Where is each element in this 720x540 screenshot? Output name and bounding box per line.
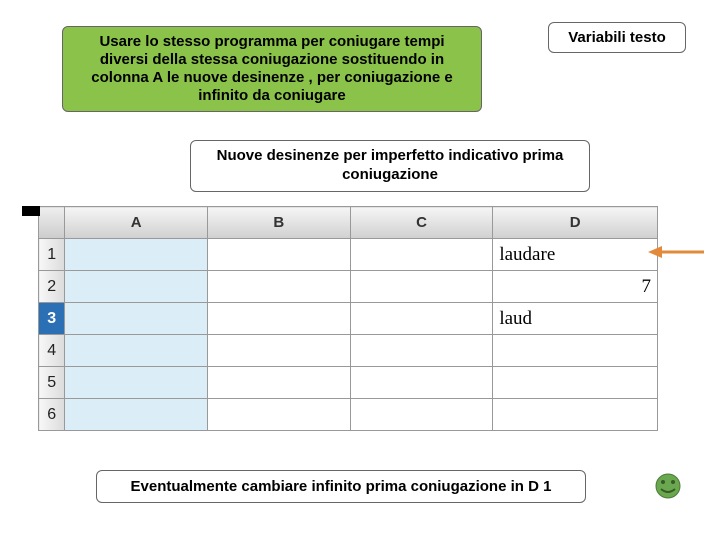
cell-A6[interactable] — [65, 399, 208, 431]
row-header-3: 3 — [39, 303, 65, 335]
table-row: 5 — [39, 367, 658, 399]
cell-A3[interactable] — [65, 303, 208, 335]
table-row: 1 laudare — [39, 239, 658, 271]
bottom-note-box: Eventualmente cambiare infinito prima co… — [96, 470, 586, 503]
row-header-1: 1 — [39, 239, 65, 271]
col-header-A: A — [65, 207, 208, 239]
instruction-box: Usare lo stesso programma per coniugare … — [62, 26, 482, 112]
row-header-2: 2 — [39, 271, 65, 303]
sheet-corner-decoration — [22, 206, 40, 216]
variables-box: Variabili testo — [548, 22, 686, 53]
cell-D4[interactable] — [493, 335, 658, 367]
spreadsheet: A B C D 1 laudare 2 7 3 laud 4 — [38, 206, 658, 431]
cell-D2[interactable]: 7 — [493, 271, 658, 303]
table-row: 3 laud — [39, 303, 658, 335]
cell-D6[interactable] — [493, 399, 658, 431]
smiley-icon — [654, 472, 682, 500]
subtitle-text: Nuove desinenze per imperfetto indicativ… — [217, 147, 564, 183]
spreadsheet-area: A B C D 1 laudare 2 7 3 laud 4 — [22, 206, 658, 431]
variables-label: Variabili testo — [568, 29, 666, 46]
arrow-left-icon — [648, 244, 704, 260]
col-header-D: D — [493, 207, 658, 239]
header-row: A B C D — [39, 207, 658, 239]
table-row: 4 — [39, 335, 658, 367]
cell-A4[interactable] — [65, 335, 208, 367]
cell-C4[interactable] — [350, 335, 493, 367]
row-header-4: 4 — [39, 335, 65, 367]
col-header-C: C — [350, 207, 493, 239]
cell-C3[interactable] — [350, 303, 493, 335]
cell-B3[interactable] — [208, 303, 351, 335]
table-row: 6 — [39, 399, 658, 431]
row-header-6: 6 — [39, 399, 65, 431]
cell-D1[interactable]: laudare — [493, 239, 658, 271]
col-header-B: B — [208, 207, 351, 239]
cell-B1[interactable] — [208, 239, 351, 271]
row-header-5: 5 — [39, 367, 65, 399]
cell-C2[interactable] — [350, 271, 493, 303]
cell-C1[interactable] — [350, 239, 493, 271]
bottom-note-text: Eventualmente cambiare infinito prima co… — [131, 478, 552, 495]
subtitle-box: Nuove desinenze per imperfetto indicativ… — [190, 140, 590, 192]
cell-B2[interactable] — [208, 271, 351, 303]
cell-D5[interactable] — [493, 367, 658, 399]
corner-cell — [39, 207, 65, 239]
cell-D3[interactable]: laud — [493, 303, 658, 335]
cell-C6[interactable] — [350, 399, 493, 431]
cell-C5[interactable] — [350, 367, 493, 399]
cell-A1[interactable] — [65, 239, 208, 271]
instruction-text: Usare lo stesso programma per coniugare … — [91, 33, 452, 104]
cell-B4[interactable] — [208, 335, 351, 367]
cell-B5[interactable] — [208, 367, 351, 399]
cell-A2[interactable] — [65, 271, 208, 303]
cell-A5[interactable] — [65, 367, 208, 399]
cell-B6[interactable] — [208, 399, 351, 431]
table-row: 2 7 — [39, 271, 658, 303]
